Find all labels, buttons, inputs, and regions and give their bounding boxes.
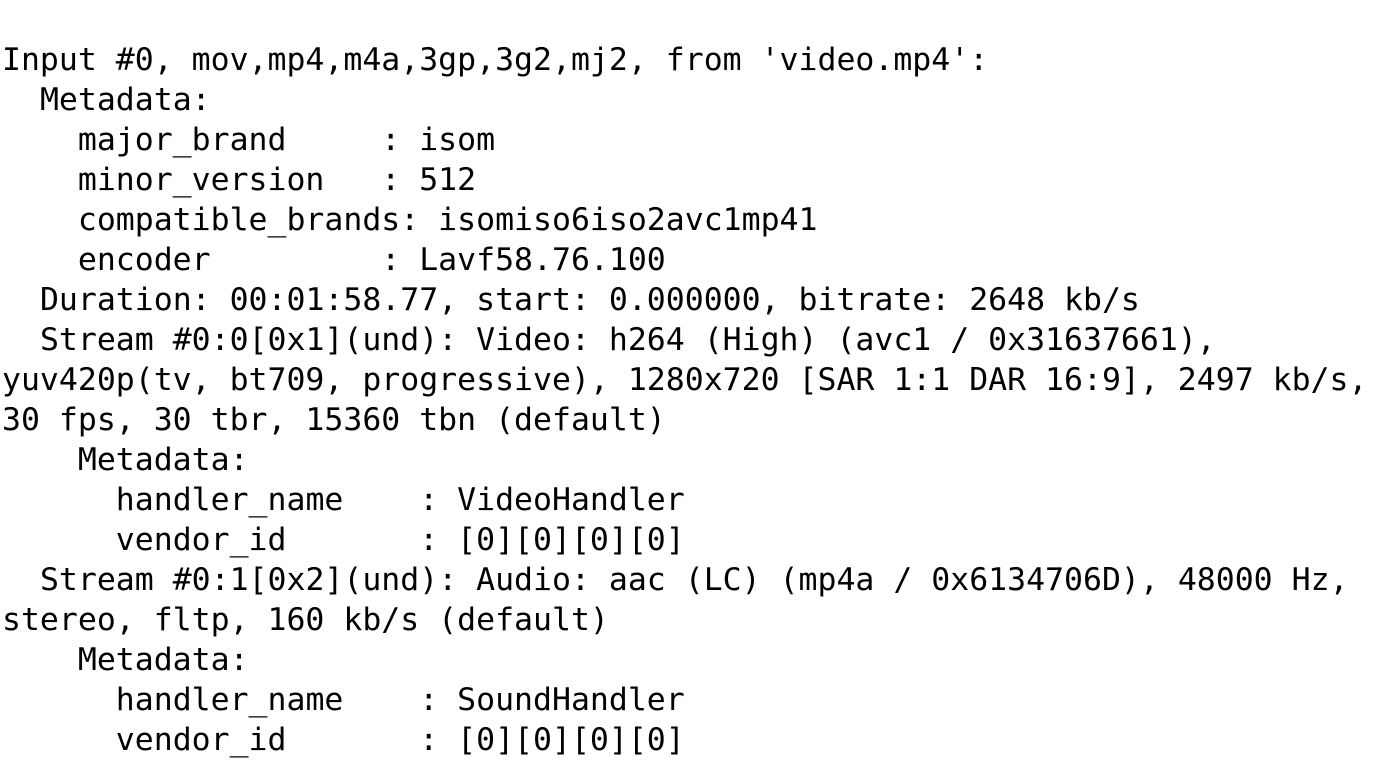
terminal-output-pane[interactable]: Input #0, mov,mp4,m4a,3gp,3g2,mj2, from … <box>0 31 1393 778</box>
log-line-container-metadata-header: Metadata: <box>2 81 211 118</box>
log-line-audio-vendor-id: vendor_id : [0][0][0][0] <box>2 721 685 758</box>
log-line-major-brand: major_brand : isom <box>2 121 496 158</box>
log-line-audio-metadata-header: Metadata: <box>2 641 249 678</box>
log-line-audio-handler-name: handler_name : SoundHandler <box>2 681 685 718</box>
log-line-compatible-brands: compatible_brands: isomiso6iso2avc1mp41 <box>2 201 818 238</box>
log-line-video-metadata-header: Metadata: <box>2 441 249 478</box>
log-line-video-stream: Stream #0:0[0x1](und): Video: h264 (High… <box>2 321 1387 438</box>
log-line-audio-stream: Stream #0:1[0x2](und): Audio: aac (LC) (… <box>2 561 1368 638</box>
log-line-duration: Duration: 00:01:58.77, start: 0.000000, … <box>2 281 1140 318</box>
log-line-input-header: Input #0, mov,mp4,m4a,3gp,3g2,mj2, from … <box>2 41 989 78</box>
log-line-video-vendor-id: vendor_id : [0][0][0][0] <box>2 521 685 558</box>
log-line-encoder: encoder : Lavf58.76.100 <box>2 241 666 278</box>
log-line-video-handler-name: handler_name : VideoHandler <box>2 481 685 518</box>
log-line-minor-version: minor_version : 512 <box>2 161 477 198</box>
